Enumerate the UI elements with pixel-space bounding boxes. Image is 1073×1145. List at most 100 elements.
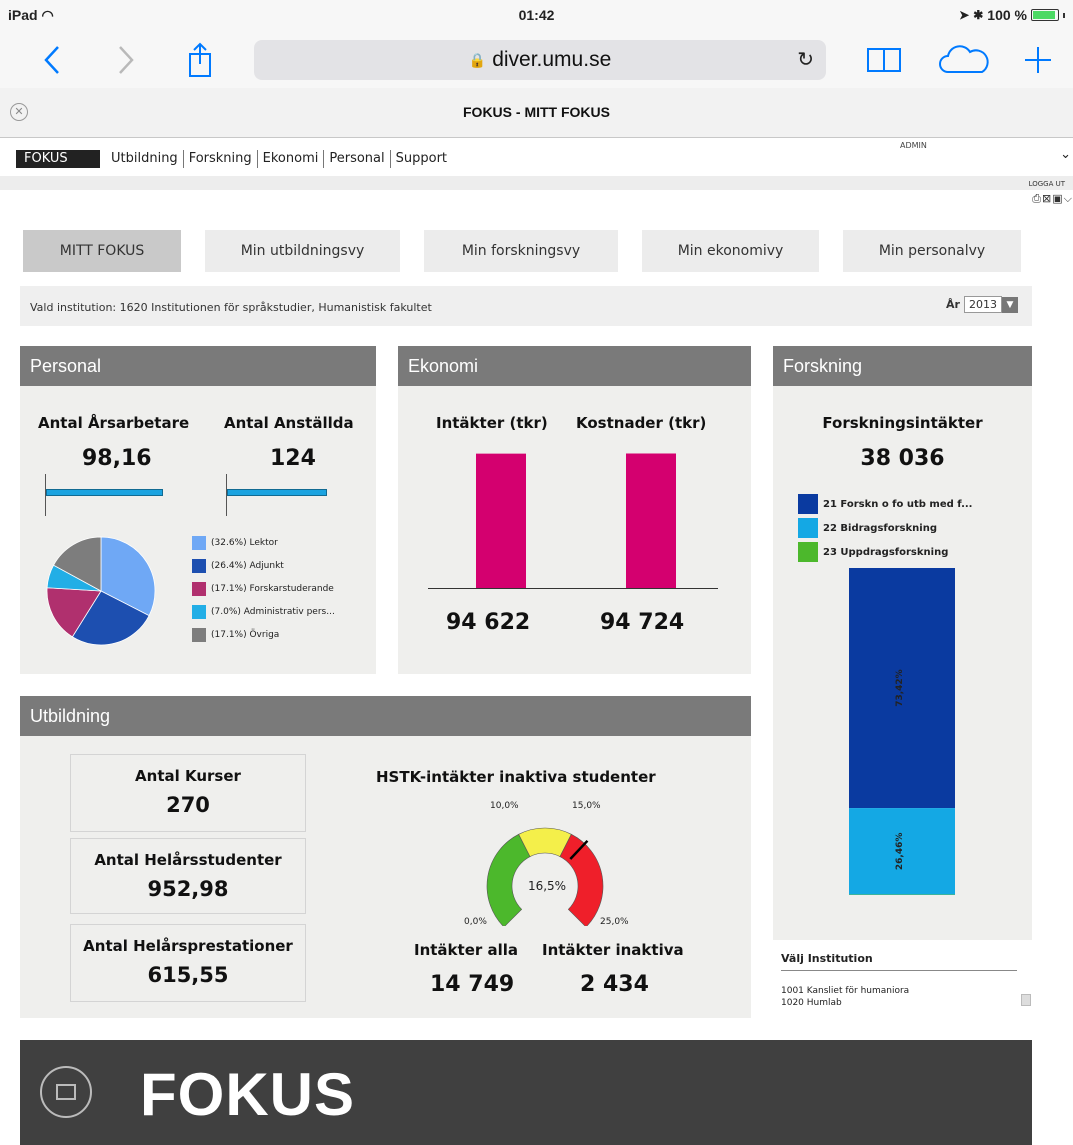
kurser-value: 270	[166, 793, 210, 817]
tab-title: FOKUS - MITT FOKUS	[463, 104, 610, 120]
header-strip	[0, 176, 1073, 190]
stack-segment-label: 26,46%	[895, 833, 905, 871]
share-button[interactable]	[180, 40, 220, 80]
browser-toolbar: 🔒 diver.umu.se ↻	[0, 34, 1073, 88]
year-selector[interactable]: År 2013 ▼	[946, 296, 1018, 313]
page-root: iPad ◠ 01:42 ➤ ✱ 100 % 🔒 diver.umu.se ↻	[0, 0, 1073, 1145]
year-value[interactable]: 2013	[964, 296, 1002, 313]
panel-forskning-title: Forskning	[773, 346, 1032, 386]
tab-personalvy[interactable]: Min personalvy	[843, 230, 1021, 272]
arsarbetare-value: 98,16	[82, 446, 152, 471]
gauge-tick-label: 0,0%	[464, 917, 487, 926]
brand-link[interactable]: FOKUS	[16, 150, 100, 168]
legend-adjunkt: (26.4%) Adjunkt	[192, 559, 284, 573]
legend-administrativ: (7.0%) Administrativ pers...	[192, 605, 335, 619]
new-tab-button[interactable]	[1018, 40, 1058, 80]
dropdown-arrow-icon[interactable]: ▼	[1002, 296, 1018, 313]
institution-option[interactable]: 1001 Kansliet för humaniora	[781, 986, 909, 996]
intakter-label: Intäkter (tkr)	[436, 414, 548, 432]
url-bar[interactable]: 🔒 diver.umu.se ↻	[254, 40, 826, 80]
browser-tab-bar: ✕ FOKUS - MITT FOKUS	[0, 88, 1073, 138]
legend-bidragsforskning: 22 Bidragsforskning	[798, 518, 937, 538]
gauge-tick-label: 25,0%	[600, 917, 629, 926]
panel-ekonomi-title: Ekonomi	[398, 346, 751, 386]
anstallda-bar	[227, 489, 327, 496]
chevron-left-icon	[44, 46, 59, 74]
cloud-tabs-button[interactable]	[934, 40, 994, 80]
personal-pie-chart	[46, 536, 156, 646]
gauge-tick-label: 10,0%	[490, 801, 519, 811]
url-text: diver.umu.se	[492, 48, 612, 71]
footer-title: FOKUS	[140, 1061, 355, 1128]
book-icon	[867, 48, 901, 72]
stack-segment-label: 73,42%	[895, 669, 905, 707]
page-tools: ⎙⊠▣⌵	[1032, 192, 1073, 206]
bar-intakter[interactable]	[476, 453, 526, 588]
pdf-icon[interactable]: ▣	[1052, 192, 1063, 205]
admin-link[interactable]: ADMIN	[900, 141, 927, 150]
location-icon: ➤	[959, 8, 970, 22]
chevron-down-icon[interactable]: ⌄	[1060, 147, 1071, 162]
share-icon	[189, 42, 211, 77]
tab-forskningsvy[interactable]: Min forskningsvy	[424, 230, 618, 272]
logout-link[interactable]: LOGGA UT	[1029, 180, 1065, 188]
footer-banner: FOKUS	[20, 1040, 1032, 1145]
institution-select[interactable]: Välj Institution 1001 Kansliet för human…	[773, 944, 1033, 1024]
print-icon[interactable]: ⎙	[1032, 192, 1042, 205]
intakter-inaktiva-value: 2 434	[580, 972, 649, 997]
forskningsintakter-value: 38 036	[860, 446, 945, 471]
nav-personal[interactable]: Personal	[324, 150, 391, 168]
gauge-tick-label: 15,0%	[572, 801, 601, 811]
chevron-right-icon	[119, 46, 134, 74]
intakter-alla-label: Intäkter alla	[414, 941, 519, 959]
ekonomi-bar-chart	[428, 453, 718, 589]
institution-select-label: Välj Institution	[781, 952, 873, 965]
gauge-value: 16,5%	[528, 879, 566, 893]
nav-forskning[interactable]: Forskning	[184, 150, 258, 168]
back-button[interactable]	[34, 40, 70, 80]
nav-utbildning[interactable]: Utbildning	[106, 150, 184, 168]
status-bar: iPad ◠ 01:42 ➤ ✱ 100 %	[0, 0, 1073, 34]
institution-info-bar: Vald institution: 1620 Institutionen för…	[20, 286, 1032, 326]
forskningsintakter-label: Forskningsintäkter	[822, 414, 983, 432]
hpr-label: Antal Helårsprestationer	[83, 937, 293, 955]
legend-lektor: (32.6%) Lektor	[192, 536, 278, 550]
tab-mitt-fokus[interactable]: MITT FOKUS	[23, 230, 181, 272]
intakter-inaktiva-label: Intäkter inaktiva	[542, 941, 684, 959]
bar-kostnader[interactable]	[626, 453, 676, 588]
bookmarks-button[interactable]	[862, 40, 906, 80]
forskning-stacked-bar: 73,42% 26,46%	[849, 568, 955, 895]
tab-ekonomivy[interactable]: Min ekonomivy	[642, 230, 819, 272]
export-icon[interactable]: ⊠	[1042, 192, 1052, 205]
panel-personal: Personal Antal Årsarbetare Antal Anställ…	[20, 346, 376, 674]
hpr-value: 615,55	[147, 963, 229, 987]
nav-support[interactable]: Support	[391, 150, 452, 168]
anstallda-label: Antal Anställda	[224, 414, 354, 432]
arsarbetare-label: Antal Årsarbetare	[38, 414, 190, 432]
nav-ekonomi[interactable]: Ekonomi	[258, 150, 325, 168]
intakter-value: 94 622	[446, 610, 531, 635]
forward-button[interactable]	[108, 40, 144, 80]
institution-option[interactable]: 1020 Humlab	[781, 998, 842, 1008]
hpr-box: Antal Helårsprestationer 615,55	[70, 924, 306, 1002]
kurser-label: Antal Kurser	[135, 767, 241, 785]
year-label: År	[946, 298, 960, 311]
kostnader-label: Kostnader (tkr)	[576, 414, 707, 432]
legend-forskn-fo: 21 Forskn o fo utb med f...	[798, 494, 972, 514]
dropdown-icon[interactable]: ⌵	[1064, 192, 1073, 205]
reload-icon[interactable]: ↻	[797, 47, 814, 72]
plus-icon	[1025, 47, 1051, 73]
university-seal-icon	[40, 1066, 92, 1118]
tab-utbildningsvy[interactable]: Min utbildningsvy	[205, 230, 400, 272]
hst-value: 952,98	[147, 877, 229, 901]
panel-utbildning-title: Utbildning	[20, 696, 751, 736]
panel-forskning: Forskning Forskningsintäkter 38 036 21 F…	[773, 346, 1032, 940]
panel-utbildning: Utbildning Antal Kurser 270 Antal Helårs…	[20, 696, 751, 1018]
status-time: 01:42	[518, 7, 555, 23]
lock-icon: 🔒	[468, 51, 487, 68]
legend-ovriga: (17.1%) Övriga	[192, 628, 279, 642]
scrollbar-thumb[interactable]	[1021, 994, 1031, 1006]
battery-percent: 100 %	[987, 7, 1027, 23]
intakter-alla-value: 14 749	[430, 972, 515, 997]
bluetooth-icon: ✱	[973, 8, 984, 22]
